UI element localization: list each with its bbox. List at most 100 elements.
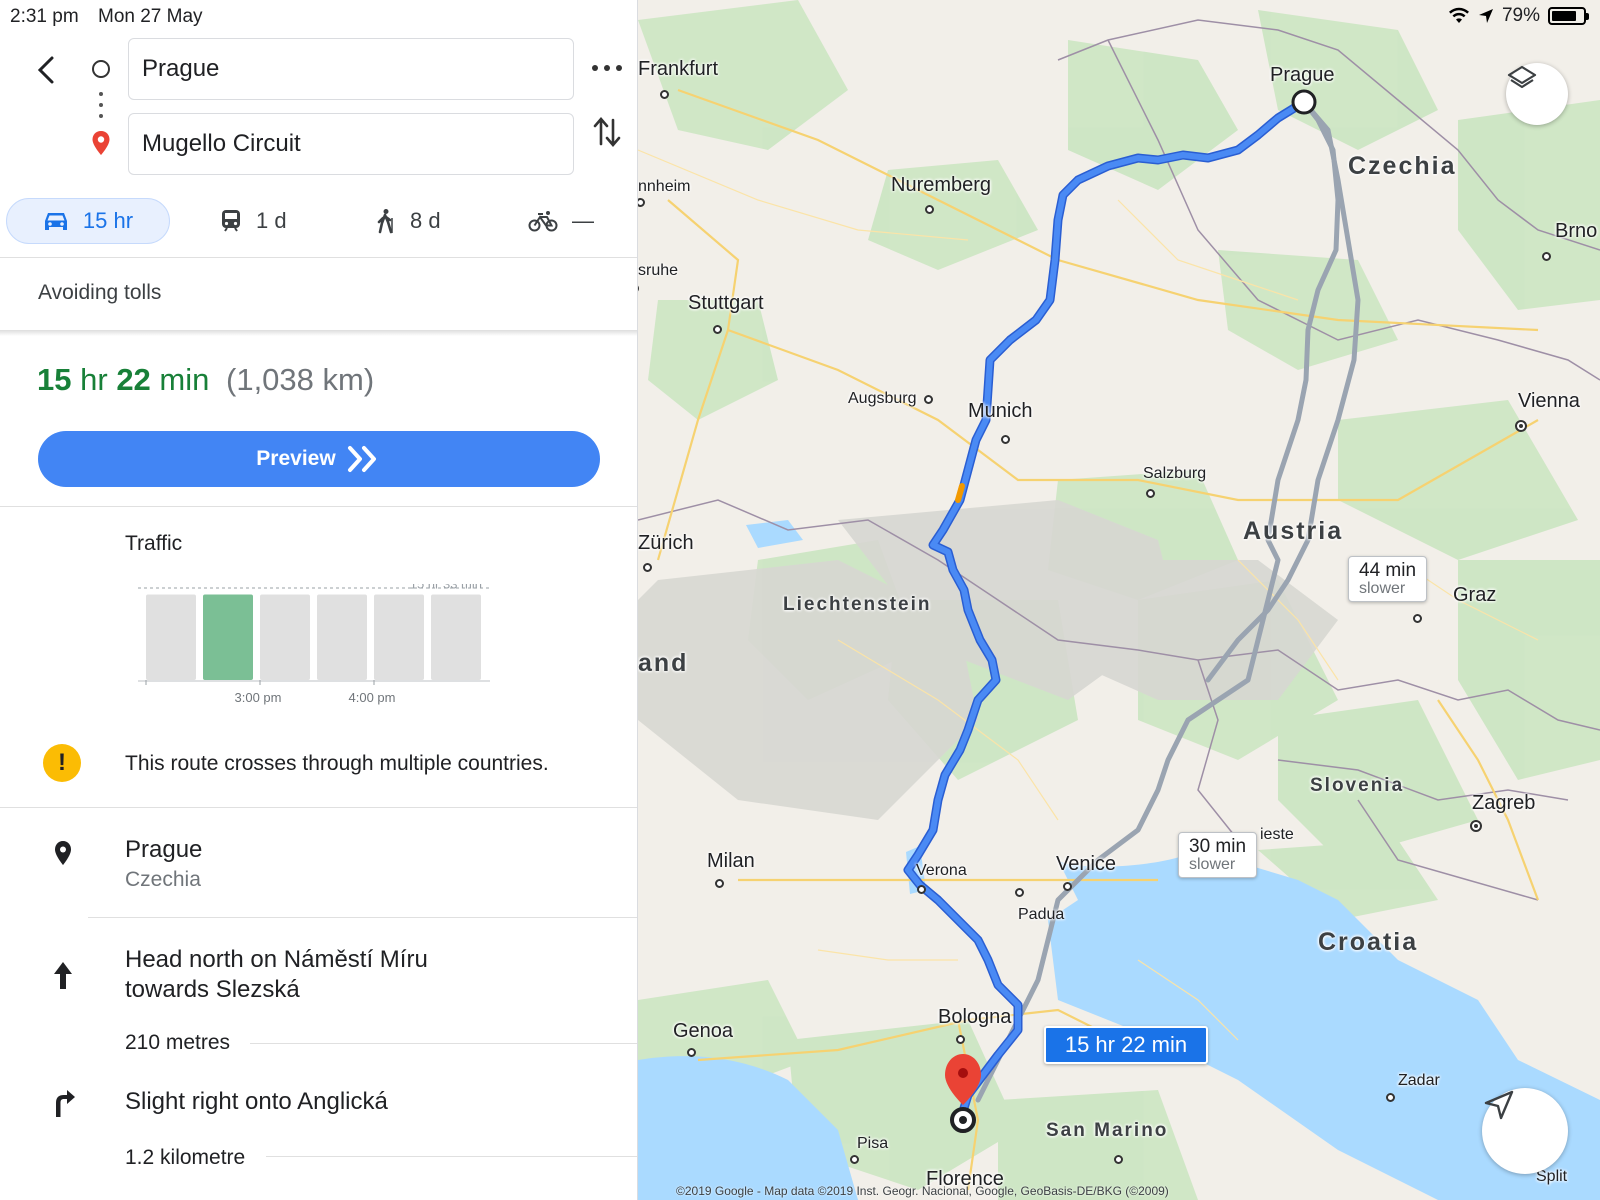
step-title-line2: towards Slezská bbox=[125, 976, 300, 1003]
wifi-icon bbox=[1448, 7, 1469, 23]
city-dot bbox=[713, 325, 722, 334]
chevron-left-icon bbox=[37, 56, 54, 84]
map-label-trieste[interactable]: ieste bbox=[1260, 826, 1294, 844]
map-label-vienna[interactable]: Vienna bbox=[1518, 390, 1580, 413]
map-label-venice[interactable]: Venice bbox=[1056, 853, 1116, 876]
tab-drive[interactable]: 15 hr bbox=[6, 198, 170, 244]
map-label-slovenia[interactable]: Slovenia bbox=[1310, 775, 1404, 797]
tab-walk[interactable]: 8 d bbox=[374, 198, 441, 244]
map-label-stuttgart[interactable]: Stuttgart bbox=[688, 292, 764, 315]
city-dot bbox=[1146, 489, 1155, 498]
divider bbox=[0, 257, 637, 258]
route-options-text[interactable]: Avoiding tolls bbox=[38, 281, 161, 305]
route-duration-badge[interactable]: 15 hr 22 min bbox=[1044, 1026, 1208, 1064]
status-bar: 2:31 pm Mon 27 May 79% bbox=[0, 0, 1600, 34]
traffic-chart: 15 hr 33 min 3:00 pm 4:00 pm bbox=[138, 584, 490, 705]
swap-button[interactable] bbox=[592, 114, 622, 150]
traffic-tick-label: 3:00 pm bbox=[235, 690, 282, 705]
map-label-milan[interactable]: Milan bbox=[707, 850, 755, 873]
city-dot bbox=[1413, 614, 1422, 623]
divider bbox=[250, 1043, 637, 1044]
city-dot bbox=[917, 885, 926, 894]
map-label-nuremberg[interactable]: Nuremberg bbox=[891, 174, 991, 197]
map-label-switzerland-partial[interactable]: and bbox=[638, 649, 688, 678]
duration-minutes-unit: min bbox=[159, 362, 210, 397]
slight-right-icon bbox=[56, 1090, 75, 1117]
navigation-arrow-icon bbox=[1484, 1090, 1514, 1120]
tab-walk-label: 8 d bbox=[410, 208, 441, 233]
map-label-verona[interactable]: Verona bbox=[916, 862, 967, 880]
map-attribution: ©2019 Google - Map data ©2019 Inst. Geog… bbox=[676, 1184, 1169, 1198]
step-distance: 1.2 kilometre bbox=[125, 1146, 246, 1169]
swap-arrows-icon bbox=[593, 117, 621, 147]
battery-percent: 79% bbox=[1501, 5, 1540, 26]
map-label-genoa[interactable]: Genoa bbox=[673, 1020, 733, 1043]
city-dot bbox=[924, 395, 933, 404]
capital-dot bbox=[1470, 820, 1482, 832]
map-label-padua[interactable]: Padua bbox=[1018, 906, 1064, 924]
map-label-pisa[interactable]: Pisa bbox=[857, 1135, 888, 1153]
traffic-bar bbox=[146, 594, 196, 680]
map-label-brno[interactable]: Brno bbox=[1555, 220, 1597, 243]
map-label-munich[interactable]: Munich bbox=[968, 400, 1032, 423]
destination-input[interactable]: Mugello Circuit bbox=[128, 113, 574, 175]
status-time: 2:31 pm bbox=[10, 6, 79, 27]
traffic-tick-label: 4:00 pm bbox=[349, 690, 396, 705]
traffic-peak-label: 15 hr 33 min bbox=[410, 584, 482, 592]
map-label-zagreb[interactable]: Zagreb bbox=[1472, 792, 1535, 815]
city-dot bbox=[1114, 1155, 1123, 1164]
alt-route-time: 44 min bbox=[1359, 560, 1417, 581]
city-dot bbox=[687, 1048, 696, 1057]
map-label-zurich[interactable]: Zürich bbox=[638, 532, 694, 555]
city-dot bbox=[925, 205, 934, 214]
status-right: 79% bbox=[1448, 5, 1589, 27]
city-dot bbox=[1063, 882, 1072, 891]
map-label-prague[interactable]: Prague bbox=[1270, 64, 1335, 87]
traffic-bar bbox=[374, 594, 424, 680]
traffic-bar bbox=[431, 594, 481, 680]
map-view[interactable]: Prague Czechia Frankfurt nnheim Nurember… bbox=[638, 0, 1600, 1200]
my-location-button[interactable] bbox=[1482, 1088, 1568, 1174]
map-label-austria[interactable]: Austria bbox=[1243, 517, 1343, 546]
alt-route-callout[interactable]: 30 min slower bbox=[1178, 832, 1258, 878]
layers-button[interactable] bbox=[1506, 63, 1568, 125]
alt-route-callout[interactable]: 44 min slower bbox=[1348, 556, 1428, 602]
map-label-liechtenstein[interactable]: Liechtenstein bbox=[783, 594, 931, 616]
divider bbox=[88, 917, 637, 918]
map-label-salzburg[interactable]: Salzburg bbox=[1143, 465, 1206, 483]
more-options-icon[interactable] bbox=[592, 58, 622, 78]
preview-button[interactable]: Preview bbox=[38, 431, 600, 487]
city-dot bbox=[1015, 888, 1024, 897]
city-dot bbox=[1542, 252, 1551, 261]
tab-drive-label: 15 hr bbox=[82, 208, 134, 233]
map-label-mannheim[interactable]: nnheim bbox=[638, 178, 690, 196]
status-date: Mon 27 May bbox=[98, 6, 203, 27]
map-label-bologna[interactable]: Bologna bbox=[938, 1006, 1011, 1029]
origin-input[interactable]: Prague bbox=[128, 38, 574, 100]
route-distance: (1,038 km) bbox=[226, 362, 375, 397]
city-dot bbox=[1386, 1093, 1395, 1102]
map-label-graz[interactable]: Graz bbox=[1453, 584, 1496, 607]
divider bbox=[0, 506, 637, 507]
tab-cycle[interactable]: — bbox=[528, 198, 594, 244]
battery-fill bbox=[1552, 11, 1576, 21]
destination-pin-icon bbox=[92, 131, 110, 155]
step-distance: 210 metres bbox=[125, 1031, 231, 1054]
destination-value: Mugello Circuit bbox=[142, 130, 301, 157]
alt-route-time: 30 min bbox=[1189, 836, 1247, 857]
bicycle-icon bbox=[528, 211, 558, 232]
map-label-czechia[interactable]: Czechia bbox=[1348, 152, 1456, 181]
map-label-croatia[interactable]: Croatia bbox=[1318, 928, 1418, 957]
city-dot bbox=[643, 563, 652, 572]
tab-transit[interactable]: 1 d bbox=[220, 198, 287, 244]
preview-label: Preview bbox=[256, 447, 336, 470]
map-label-augsburg[interactable]: Augsburg bbox=[848, 390, 917, 408]
map-label-frankfurt[interactable]: Frankfurt bbox=[638, 58, 718, 81]
traffic-bar bbox=[260, 594, 310, 680]
back-button[interactable] bbox=[28, 50, 68, 90]
map-label-zadar[interactable]: Zadar bbox=[1398, 1072, 1440, 1090]
city-dot bbox=[850, 1155, 859, 1164]
origin-circle-icon bbox=[92, 60, 110, 78]
map-label-karlsruhe[interactable]: sruhe bbox=[638, 262, 678, 280]
map-label-san-marino[interactable]: San Marino bbox=[1046, 1120, 1168, 1142]
